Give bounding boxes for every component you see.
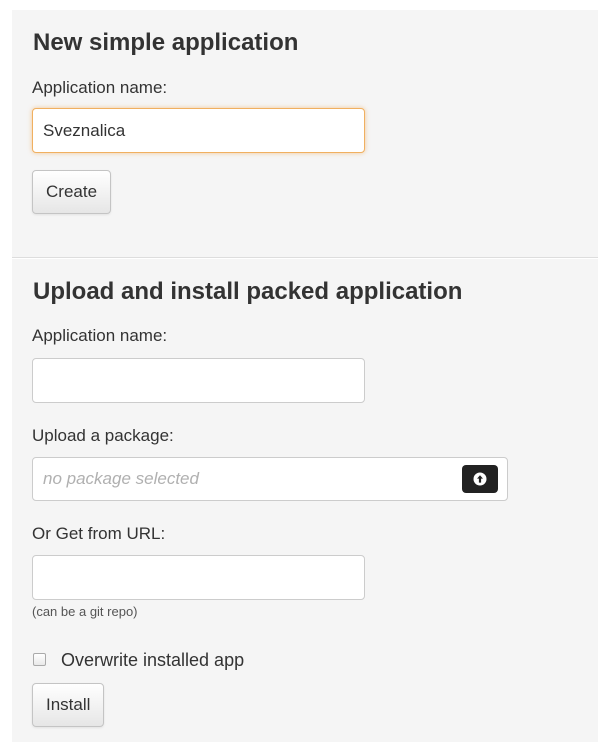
upload-app-name-label: Application name: (32, 326, 168, 345)
new-app-title: New simple application (33, 29, 299, 56)
new-app-name-input[interactable] (32, 108, 365, 153)
overwrite-label[interactable]: Overwrite installed app (61, 651, 244, 669)
overwrite-checkbox[interactable] (33, 653, 46, 666)
upload-app-name-input[interactable] (32, 358, 365, 403)
upload-package-label: Upload a package: (32, 426, 174, 445)
url-label: Or Get from URL: (32, 524, 166, 543)
upload-package-button[interactable] (462, 465, 498, 493)
new-simple-application-panel: New simple application Application name:… (12, 10, 598, 258)
upload-install-panel: Upload and install packed application Ap… (12, 259, 598, 742)
url-input[interactable] (32, 555, 365, 600)
create-button[interactable]: Create (32, 170, 112, 214)
new-app-name-label: Application name: (32, 78, 168, 97)
install-button[interactable]: Install (32, 683, 105, 727)
package-file-picker[interactable]: no package selected (32, 457, 508, 501)
upload-icon (473, 472, 487, 486)
package-placeholder: no package selected (43, 469, 199, 488)
upload-app-title: Upload and install packed application (33, 278, 463, 305)
url-hint: (can be a git repo) (32, 604, 138, 619)
